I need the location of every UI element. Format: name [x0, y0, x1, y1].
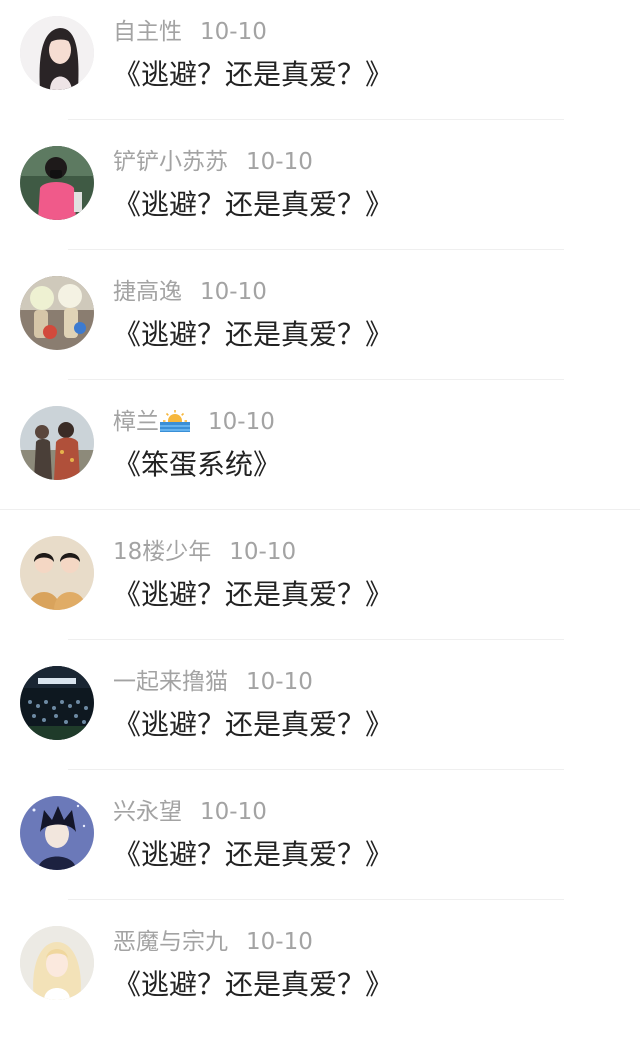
- username[interactable]: 一起来撸猫: [113, 669, 228, 695]
- username[interactable]: 自主性: [113, 19, 182, 45]
- divider: [68, 379, 564, 380]
- avatar-anime-girl-blonde-image: [20, 926, 94, 1000]
- avatar[interactable]: [20, 926, 94, 1000]
- username[interactable]: 捷高逸: [113, 279, 182, 305]
- avatar-decorated-bottles-image: [20, 276, 94, 350]
- comment-item[interactable]: 兴永望 10-10 《逃避？还是真爱？》: [0, 780, 640, 910]
- divider: [68, 119, 564, 120]
- divider: [68, 769, 564, 770]
- avatar-concert-stage-image: [20, 666, 94, 740]
- divider: [68, 639, 564, 640]
- comment-meta: 恶魔与宗九 10-10: [113, 926, 313, 958]
- comment-item[interactable]: 自主性 10-10 《逃避？还是真爱？》: [0, 0, 640, 130]
- comment-date: 10-10: [246, 149, 313, 175]
- sunrise-emoji-icon: [160, 408, 190, 432]
- comment-meta: 一起来撸猫 10-10: [113, 666, 313, 698]
- avatar-girl-dark-hair-image: [20, 16, 94, 90]
- comment-text: 《逃避？还是真爱？》: [113, 838, 394, 871]
- avatar-two-boys-image: [20, 536, 94, 610]
- divider: [68, 249, 564, 250]
- comment-meta: 18楼少年 10-10: [113, 536, 296, 568]
- username[interactable]: 兴永望: [113, 799, 182, 825]
- comment-text: 《逃避？还是真爱？》: [113, 708, 394, 741]
- avatar-anime-boy-image: [20, 796, 94, 870]
- comment-meta: 铲铲小苏苏 10-10: [113, 146, 313, 178]
- comment-item[interactable]: 恶魔与宗九 10-10 《逃避？还是真爱？》: [0, 910, 640, 1040]
- comment-meta: 樟兰 10-10: [113, 406, 275, 438]
- comment-item[interactable]: 铲铲小苏苏 10-10 《逃避？还是真爱？》: [0, 130, 640, 260]
- username[interactable]: 樟兰: [113, 409, 159, 435]
- avatar[interactable]: [20, 796, 94, 870]
- comment-item[interactable]: 一起来撸猫 10-10 《逃避？还是真爱？》: [0, 650, 640, 780]
- comment-date: 10-10: [200, 19, 267, 45]
- comment-item[interactable]: 樟兰 10-10 《笨蛋系统》: [0, 390, 640, 520]
- avatar[interactable]: [20, 536, 94, 610]
- comment-date: 10-10: [246, 929, 313, 955]
- comment-meta: 兴永望 10-10: [113, 796, 267, 828]
- avatar-person-pink-shirt-image: [20, 146, 94, 220]
- avatar[interactable]: [20, 666, 94, 740]
- divider: [0, 509, 640, 510]
- comment-text: 《逃避？还是真爱？》: [113, 578, 394, 611]
- comment-item[interactable]: 18楼少年 10-10 《逃避？还是真爱？》: [0, 520, 640, 650]
- comment-text: 《笨蛋系统》: [113, 448, 282, 481]
- comment-text: 《逃避？还是真爱？》: [113, 318, 394, 351]
- comment-meta: 捷高逸 10-10: [113, 276, 267, 308]
- avatar[interactable]: [20, 276, 94, 350]
- comment-date: 10-10: [229, 539, 297, 565]
- avatar-people-outdoor-image: [20, 406, 94, 480]
- comment-text: 《逃避？还是真爱？》: [113, 188, 394, 221]
- comment-date: 10-10: [200, 799, 267, 825]
- comment-text: 《逃避？还是真爱？》: [113, 58, 394, 91]
- avatar[interactable]: [20, 406, 94, 480]
- avatar[interactable]: [20, 146, 94, 220]
- comment-list: 自主性 10-10 《逃避？还是真爱？》 铲铲小苏苏 10-10 《逃避？还是真爱？…: [0, 0, 640, 1012]
- comment-text: 《逃避？还是真爱？》: [113, 968, 394, 1001]
- comment-meta: 自主性 10-10: [113, 16, 267, 48]
- comment-date: 10-10: [246, 669, 313, 695]
- divider: [68, 899, 564, 900]
- comment-date: 10-10: [200, 279, 267, 305]
- username[interactable]: 铲铲小苏苏: [113, 149, 228, 175]
- username[interactable]: 恶魔与宗九: [113, 929, 228, 955]
- comment-item[interactable]: 捷高逸 10-10 《逃避？还是真爱？》: [0, 260, 640, 390]
- avatar[interactable]: [20, 16, 94, 90]
- comment-date: 10-10: [208, 409, 275, 435]
- username[interactable]: 18楼少年: [113, 539, 211, 565]
